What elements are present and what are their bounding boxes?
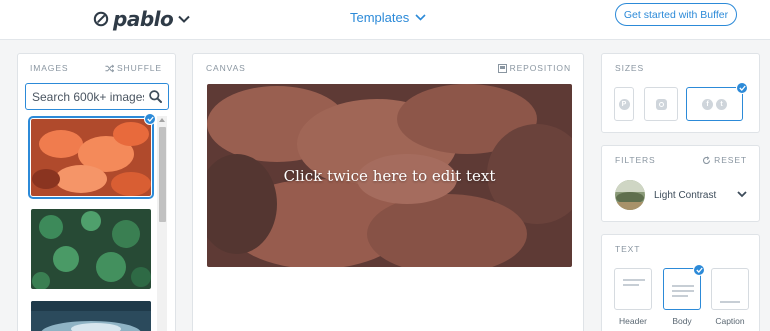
get-started-button[interactable]: Get started with Buffer [615, 3, 737, 26]
image-thumbnail[interactable] [28, 116, 154, 199]
shuffle-button[interactable]: SHUFFLE [105, 63, 162, 73]
reposition-button[interactable]: REPOSITION [497, 63, 571, 73]
canvas-editable-text[interactable]: Click twice here to edit text [207, 84, 572, 267]
facebook-icon: f [702, 98, 713, 110]
chevron-down-icon [178, 15, 190, 23]
pinterest-icon: P [618, 98, 630, 110]
text-panel: TEXT Header Body Caption [601, 234, 760, 331]
pablo-logo[interactable]: pablo [93, 7, 190, 31]
filters-panel: FILTERS RESET Light Contrast [601, 145, 760, 222]
size-option-facebook-twitter[interactable]: f t [686, 87, 743, 121]
reset-icon [703, 155, 711, 164]
search-icon[interactable] [149, 90, 162, 103]
text-style-header[interactable] [614, 268, 652, 310]
filter-dropdown-chevron-icon[interactable] [737, 191, 747, 198]
shuffle-label: SHUFFLE [116, 63, 162, 73]
filters-panel-title: FILTERS [615, 155, 656, 165]
filter-preview-thumbnail [615, 180, 645, 210]
selected-check-icon [144, 113, 156, 125]
reset-label: RESET [714, 155, 747, 165]
text-style-caption-label: Caption [715, 316, 745, 326]
logo-text: pablo [113, 7, 174, 31]
image-thumbnail[interactable] [31, 209, 151, 289]
selected-check-icon [693, 264, 705, 276]
instagram-icon [655, 98, 667, 110]
reposition-icon [497, 63, 507, 73]
text-style-header-label: Header [619, 316, 647, 326]
scroll-up-icon[interactable] [159, 118, 165, 122]
reset-filter-button[interactable]: RESET [702, 155, 747, 165]
text-style-caption[interactable] [711, 268, 749, 310]
images-panel: IMAGES SHUFFLE [17, 53, 176, 331]
canvas-image[interactable]: Click twice here to edit text [207, 84, 572, 267]
image-thumbnail[interactable] [31, 301, 151, 331]
size-option-pinterest[interactable]: P [614, 87, 634, 121]
image-search-input[interactable] [32, 89, 144, 105]
reposition-label: REPOSITION [509, 63, 571, 73]
text-panel-title: TEXT [615, 244, 641, 254]
sizes-panel-title: SIZES [615, 63, 645, 73]
images-panel-title: IMAGES [30, 63, 69, 73]
templates-dropdown[interactable]: Templates [350, 10, 426, 25]
selected-filter-name: Light Contrast [654, 190, 717, 201]
top-header: pablo Templates Get started with Buffer [0, 0, 770, 40]
selected-check-icon [736, 82, 748, 94]
chevron-down-icon [415, 14, 426, 21]
image-search-box [25, 83, 169, 110]
sizes-panel: SIZES P f t [601, 53, 760, 133]
canvas-panel-title: CANVAS [206, 63, 246, 73]
shuffle-icon [105, 64, 114, 72]
size-option-instagram[interactable] [644, 87, 678, 121]
canvas-panel: CANVAS REPOSITION Click twice here to ed… [192, 53, 584, 331]
text-style-body-label: Body [672, 316, 692, 326]
twitter-icon: t [716, 98, 727, 110]
pablo-logo-icon [93, 11, 109, 27]
scrollbar-thumb[interactable] [159, 127, 166, 222]
templates-label: Templates [350, 10, 410, 25]
